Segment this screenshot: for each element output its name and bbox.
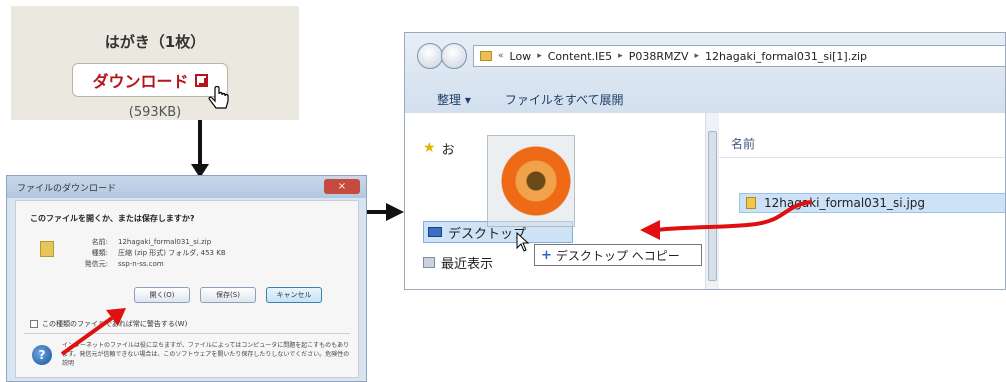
breadcrumb-item[interactable]: Content.IE5: [548, 50, 612, 63]
download-arrow-icon: [194, 73, 208, 87]
download-panel: はがき（1枚） ダウンロード (593KB): [11, 6, 299, 120]
info-type-value: 圧縮 (zip 形式) フォルダ, 453 KB: [118, 249, 226, 257]
breadcrumb-item[interactable]: 12hagaki_formal031_si[1].zip: [705, 50, 867, 63]
download-title: はがき（1枚）: [104, 33, 206, 51]
address-bar[interactable]: « Low ▸ Content.IE5 ▸ P038RMZV ▸ 12hagak…: [473, 45, 1005, 67]
folder-icon: [480, 51, 492, 61]
chevron-right-icon[interactable]: ▸: [695, 51, 700, 61]
back-button[interactable]: [417, 43, 443, 69]
explorer-toolbar: 整理 ▾ ファイルをすべて展開: [405, 85, 1005, 113]
dialog-question: このファイルを開くか、または保存しますか?: [30, 214, 195, 223]
info-name-key: 名前:: [91, 238, 108, 246]
download-file-size: (593KB): [128, 105, 182, 120]
breadcrumb-overflow[interactable]: «: [498, 51, 504, 61]
breadcrumb-item[interactable]: P038RMZV: [629, 50, 689, 63]
flower-thumbnail-icon: [501, 145, 571, 217]
organize-menu[interactable]: 整理 ▾: [437, 91, 471, 108]
nav-item-favorites[interactable]: ★ お: [423, 137, 455, 159]
dialog-button-row: 開く(O) 保存(S) キャンセル: [134, 287, 322, 303]
star-icon: ★: [423, 140, 436, 156]
download-button-label: ダウンロード: [92, 72, 189, 91]
info-source-value: ssp-n-ss.com: [118, 260, 164, 268]
recent-places-icon: [423, 256, 435, 268]
extract-all-button[interactable]: ファイルをすべて展開: [505, 91, 624, 108]
info-name-value: 12hagaki_formal031_si.zip: [118, 238, 212, 246]
column-header-name[interactable]: 名前: [731, 135, 755, 152]
red-pointer-arrow-icon: [60, 308, 126, 356]
dialog-title: ファイルのダウンロード: [7, 176, 366, 198]
forward-button[interactable]: [441, 43, 467, 69]
nav-favorites-label: お: [441, 142, 455, 158]
down-arrow-icon: [191, 120, 209, 178]
download-button[interactable]: ダウンロード: [72, 63, 228, 97]
breadcrumb-item[interactable]: Low: [510, 50, 532, 63]
info-type-key: 種類:: [91, 249, 108, 257]
column-divider: [719, 157, 1005, 158]
checkbox-box[interactable]: [30, 320, 38, 328]
nav-item-recent[interactable]: 最近表示: [423, 251, 493, 273]
red-drag-arrow-icon: [640, 200, 813, 240]
info-source-key: 発信元:: [84, 260, 108, 268]
save-button[interactable]: 保存(S): [200, 287, 256, 303]
explorer-window: « Low ▸ Content.IE5 ▸ P038RMZV ▸ 12hagak…: [404, 32, 1006, 290]
zip-file-icon: [40, 241, 54, 257]
nav-recent-label: 最近表示: [441, 256, 494, 272]
arrow-cursor-icon: [516, 232, 530, 252]
cancel-button[interactable]: キャンセル: [266, 287, 322, 303]
desktop-icon: [428, 227, 442, 237]
copy-tooltip-label: デスクトップ へコピー: [555, 248, 680, 263]
security-shield-icon: ?: [32, 345, 52, 365]
copy-to-desktop-tooltip: + デスクトップ へコピー: [534, 244, 702, 266]
explorer-header: « Low ▸ Content.IE5 ▸ P038RMZV ▸ 12hagak…: [405, 33, 1005, 113]
chevron-right-icon[interactable]: ▸: [618, 51, 623, 61]
open-button[interactable]: 開く(O): [134, 287, 190, 303]
chevron-right-icon[interactable]: ▸: [537, 51, 542, 61]
dialog-file-info: 名前: 12hagaki_formal031_si.zip 種類: 圧縮 (zip …: [82, 237, 226, 270]
plus-icon: +: [541, 247, 552, 263]
dialog-close-button[interactable]: ×: [324, 179, 360, 194]
